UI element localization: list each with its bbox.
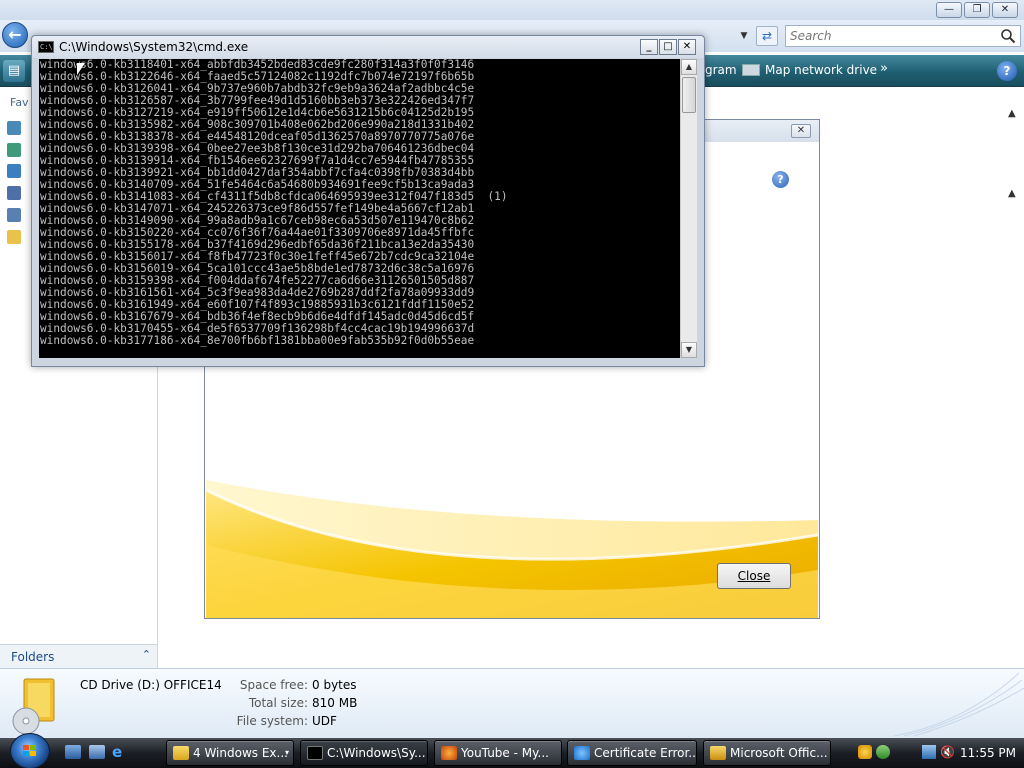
- internet-explorer-icon[interactable]: e: [112, 745, 128, 760]
- volume-muted-icon[interactable]: 🔇: [940, 745, 955, 759]
- chevron-up-icon[interactable]: ▲: [1008, 188, 1016, 199]
- public-folder-icon[interactable]: [7, 230, 21, 244]
- search-input[interactable]: [790, 29, 990, 43]
- console-scrollbar[interactable]: ▲ ▼: [680, 59, 697, 358]
- details-decoration: [893, 672, 1024, 737]
- network-icon[interactable]: [922, 745, 936, 759]
- toolbar-program-label[interactable]: gram: [705, 63, 737, 77]
- back-button[interactable]: ←: [2, 22, 28, 48]
- documents-icon[interactable]: [7, 121, 21, 135]
- drive-name: CD Drive (D:) OFFICE14: [80, 678, 222, 692]
- map-network-drive-label: Map network drive: [765, 63, 878, 77]
- group-dropdown-icon: ▾: [284, 748, 289, 757]
- scrollbar-thumb[interactable]: [682, 77, 696, 113]
- recently-changed-icon[interactable]: [7, 186, 21, 200]
- restore-button[interactable]: ❐: [964, 2, 990, 18]
- cd-drive-icon: [12, 678, 55, 735]
- cmd-title: C:\Windows\System32\cmd.exe: [59, 40, 249, 54]
- taskbar-button[interactable]: Microsoft Offic...: [703, 740, 831, 766]
- favorite-links-label: Fav: [10, 96, 29, 109]
- taskbar-button-label: Certificate Error...: [594, 746, 697, 760]
- help-icon[interactable]: ?: [772, 171, 789, 188]
- cmd-icon: [307, 746, 323, 760]
- music-icon[interactable]: [7, 164, 21, 178]
- dialog-close-icon[interactable]: ✕: [791, 124, 811, 138]
- search-box[interactable]: [785, 25, 1021, 47]
- map-network-drive-button[interactable]: Map network drive: [742, 63, 877, 77]
- cmd-window-buttons: _ □ ✕: [640, 39, 696, 55]
- folder-icon: [173, 746, 189, 760]
- taskbar-button[interactable]: Certificate Error...: [567, 740, 697, 766]
- scroll-down-icon[interactable]: ▼: [681, 342, 697, 358]
- console-output[interactable]: windows6.0-kb3118401-x64_abbfdb3452bded8…: [39, 59, 680, 358]
- app-tray-icon[interactable]: [876, 745, 890, 759]
- firefox-icon: [441, 746, 457, 760]
- space-free-label: Space free:: [239, 678, 308, 692]
- address-dropdown-icon[interactable]: ▼: [737, 28, 751, 44]
- console-lines: windows6.0-kb3118401-x64_abbfdb3452bded8…: [40, 59, 508, 347]
- taskbar-button-label: C:\Windows\Sy...: [327, 746, 426, 760]
- searches-icon[interactable]: [7, 208, 21, 222]
- taskbar-button[interactable]: C:\Windows\Sy...: [300, 740, 428, 766]
- refresh-button[interactable]: ⇄: [756, 26, 778, 46]
- scroll-up-icon[interactable]: ▲: [681, 59, 697, 75]
- explorer-window-buttons: — ❐ ✕: [936, 2, 1018, 18]
- file-system-value: UDF: [312, 714, 337, 728]
- windows-logo-icon: [23, 745, 36, 756]
- switch-windows-icon[interactable]: [89, 745, 105, 759]
- ie-icon: [574, 746, 590, 760]
- mouse-cursor-icon: [77, 63, 85, 75]
- maximize-button[interactable]: □: [659, 39, 677, 55]
- pictures-icon[interactable]: [7, 143, 21, 157]
- minimize-button[interactable]: —: [936, 2, 962, 18]
- cmd-window: C:\ C:\Windows\System32\cmd.exe _ □ ✕ wi…: [31, 35, 705, 367]
- help-icon[interactable]: ?: [997, 61, 1017, 81]
- close-button-label: Close: [737, 569, 771, 583]
- toolbar-overflow-chevron[interactable]: »: [880, 61, 888, 76]
- minimize-button[interactable]: _: [640, 39, 658, 55]
- file-system-label: File system:: [236, 714, 308, 728]
- chevron-up-icon: ⌃: [141, 648, 151, 661]
- space-free-value: 0 bytes: [312, 678, 357, 692]
- total-size-label: Total size:: [248, 696, 308, 710]
- explorer-titlebar: — ❐ ✕: [0, 0, 1024, 20]
- organize-icon[interactable]: ▤: [3, 60, 25, 82]
- security-alert-icon[interactable]: [858, 745, 872, 759]
- folders-toggle[interactable]: Folders ⌃: [0, 644, 158, 668]
- chevron-up-icon[interactable]: ▲: [1008, 108, 1016, 119]
- search-icon[interactable]: [1000, 28, 1016, 44]
- cmd-icon: C:\: [38, 41, 54, 53]
- clock[interactable]: 11:55 PM: [960, 746, 1016, 760]
- taskbar-button[interactable]: 4 Windows Ex... ▾: [166, 740, 294, 766]
- taskbar-button-label: YouTube - My...: [461, 746, 549, 760]
- details-pane: CD Drive (D:) OFFICE14 Space free: 0 byt…: [0, 668, 1024, 738]
- network-drive-icon: [742, 64, 760, 76]
- office-setup-icon: [710, 746, 726, 760]
- cmd-titlebar[interactable]: C:\ C:\Windows\System32\cmd.exe _ □ ✕: [32, 36, 704, 58]
- folders-label: Folders: [11, 650, 55, 664]
- total-size-value: 810 MB: [312, 696, 358, 710]
- console-line: windows6.0-kb3177186-x64_8e700fb6bf1381b…: [40, 334, 475, 347]
- close-button[interactable]: ✕: [678, 39, 696, 55]
- taskbar-button-label: Microsoft Offic...: [730, 746, 828, 760]
- show-desktop-icon[interactable]: [65, 745, 81, 759]
- taskbar-button-label: 4 Windows Ex...: [193, 746, 288, 760]
- close-button[interactable]: ✕: [992, 2, 1018, 18]
- close-button[interactable]: Close: [717, 563, 791, 589]
- taskbar-button[interactable]: YouTube - My...: [434, 740, 562, 766]
